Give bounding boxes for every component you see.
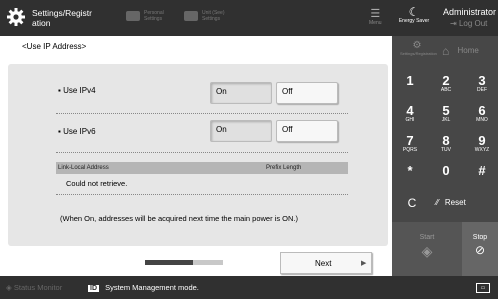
start-button[interactable]: Start ◈ (392, 222, 462, 276)
moon-icon: ☾ (408, 5, 420, 19)
ipv6-off-button[interactable]: Off (276, 120, 338, 142)
unit-settings-icon (184, 11, 198, 21)
reset-icon: ⁄⁄ (436, 198, 439, 207)
key-3[interactable]: 3 DEF (470, 74, 494, 93)
status-bar: ◈ Status Monitor ID System Management mo… (0, 276, 498, 299)
key-2[interactable]: 2 ABC (434, 74, 458, 93)
top-bar: Settings/Registr ation Personal Settings… (0, 0, 498, 36)
col-prefix-length: Prefix Length (266, 165, 302, 171)
table-header: Link-Local Address Prefix Length (56, 162, 348, 174)
clear-key[interactable]: C (398, 196, 426, 210)
gear-icon: ⚙ (412, 40, 422, 51)
energy-saver-button[interactable]: ☾ Energy Saver (394, 6, 434, 24)
note-text: (When On, addresses will be acquired nex… (60, 214, 299, 223)
stop-icon: ⊘ (474, 243, 486, 257)
divider (56, 113, 348, 114)
key-1[interactable]: 1 (398, 74, 422, 87)
id-icon: ID (88, 285, 99, 292)
reset-key[interactable]: ⁄⁄ Reset (436, 198, 466, 207)
tab-personal-settings[interactable]: Personal Settings (126, 10, 172, 22)
page-title: <Use IP Address> (22, 42, 87, 51)
ipv4-label: ▪ Use IPv4 (58, 86, 96, 95)
side-panel: ⚙ Settings/Registration ⌂ Home 1 2 ABC 3 DEF… (392, 36, 498, 276)
key-8[interactable]: 8 TUV (434, 134, 458, 153)
status-monitor-icon: ◈ (6, 283, 14, 292)
counter-icon[interactable]: ▭ (476, 283, 490, 293)
ipv6-label: ▪ Use IPv6 (58, 127, 96, 136)
progress-bar (145, 260, 223, 265)
key-9[interactable]: 9 WXYZ (470, 134, 494, 153)
ipv4-off-button[interactable]: Off (276, 82, 338, 104)
screen-title: Settings/Registr ation (32, 8, 92, 28)
key-5[interactable]: 5 JKL (434, 104, 458, 123)
col-link-local-address: Link-Local Address (58, 165, 109, 171)
home-icon: ⌂ (442, 44, 450, 58)
progress-fill (145, 260, 194, 265)
table-row: Could not retrieve. (66, 179, 128, 188)
gear-icon (6, 7, 26, 32)
main-content: <Use IP Address> ▪ Use IPv4 On Off ▪ Use… (0, 36, 392, 276)
key-star[interactable]: * (398, 164, 422, 177)
logout-icon: ⇥ (450, 19, 459, 28)
key-hash[interactable]: # (470, 164, 494, 177)
next-button[interactable]: Next ▶ (280, 252, 372, 274)
user-name: Administrator (443, 7, 497, 17)
settings-registration-button[interactable]: ⚙ Settings/Registration (400, 40, 437, 66)
status-monitor-button[interactable]: ◈ Status Monitor (6, 283, 62, 292)
personal-settings-icon (126, 11, 140, 21)
key-4[interactable]: 4 GHI (398, 104, 422, 123)
menu-button[interactable]: ☰ Menu (369, 8, 382, 27)
settings-panel: ▪ Use IPv4 On Off ▪ Use IPv6 On Off Link… (8, 64, 388, 246)
home-button[interactable]: ⌂ Home (442, 44, 479, 58)
tab-unit-settings[interactable]: Unit (See) Settings (184, 10, 230, 22)
menu-icon: ☰ (370, 8, 381, 20)
divider (56, 194, 348, 195)
key-0[interactable]: 0 (434, 164, 458, 177)
divider (56, 152, 348, 153)
stop-button[interactable]: Stop ⊘ (462, 222, 498, 276)
ipv6-on-button[interactable]: On (210, 120, 272, 142)
ipv4-on-button[interactable]: On (210, 82, 272, 104)
logout-button[interactable]: ⇥ Log Out (450, 19, 487, 28)
key-6[interactable]: 6 MNO (470, 104, 494, 123)
start-icon: ◈ (421, 243, 433, 259)
system-mode-message: ID System Management mode. (88, 283, 199, 292)
arrow-right-icon: ▶ (361, 260, 367, 267)
key-7[interactable]: 7 PQRS (398, 134, 422, 153)
